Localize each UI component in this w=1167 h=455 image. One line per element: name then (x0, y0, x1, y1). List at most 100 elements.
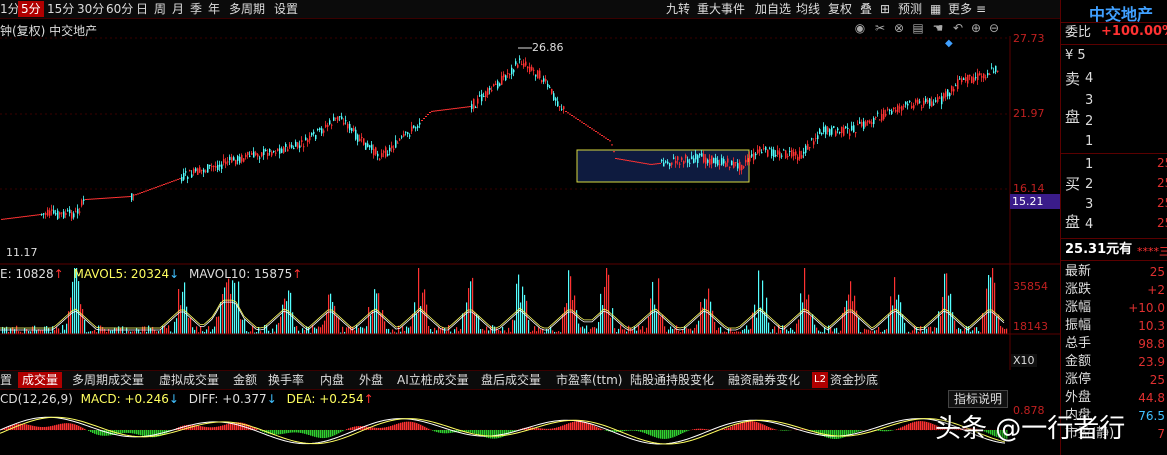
period-multi[interactable]: 多周期 (229, 1, 265, 17)
macd-bar (144, 430, 146, 437)
volume-bar (624, 329, 626, 334)
grid-icon[interactable]: ▦ (930, 1, 941, 17)
major-events-button[interactable]: 重大事件 (697, 1, 745, 17)
scissors-icon[interactable]: ✂ (872, 20, 888, 36)
price-candle (601, 135, 603, 136)
period-15min[interactable]: 15分 (47, 1, 74, 17)
tab-inner[interactable]: 内盘 (320, 372, 344, 388)
period-month[interactable]: 月 (172, 1, 184, 17)
forecast-button[interactable]: 预测 (898, 1, 922, 17)
tab-turnover[interactable]: 换手率 (268, 372, 304, 388)
period-day[interactable]: 日 (136, 1, 148, 17)
zoom-in-icon[interactable]: ⊕ (968, 20, 984, 36)
period-quarter[interactable]: 季 (190, 1, 202, 17)
price-candle (353, 128, 355, 132)
macd-bar (886, 430, 888, 432)
period-week[interactable]: 周 (154, 1, 166, 17)
volume-bar (900, 302, 902, 334)
macd-bar (76, 425, 78, 430)
tab-margin[interactable]: 融资融券变化 (728, 372, 800, 388)
volume-bar (476, 314, 478, 334)
macd-chart[interactable] (0, 408, 1010, 455)
volume-bar (566, 303, 568, 334)
more-button[interactable]: 更多 (948, 1, 972, 17)
period-30min[interactable]: 30分 (77, 1, 104, 17)
price-candle (259, 157, 261, 159)
kline-chart[interactable] (0, 36, 1060, 370)
macd-bar (774, 429, 776, 430)
price-candle (229, 156, 231, 161)
tab-volume[interactable]: 成交量 (18, 372, 63, 388)
macd-bar (432, 430, 434, 431)
tab-outer[interactable]: 外盘 (359, 372, 383, 388)
price-candle (151, 188, 153, 190)
volume-bar (366, 326, 368, 334)
price-candle (553, 93, 555, 101)
tab-pe[interactable]: 市盈率(ttm) (556, 372, 622, 388)
macd-bar (80, 426, 82, 430)
price-candle (253, 151, 255, 158)
nine-turn-button[interactable]: 九转 (666, 1, 690, 17)
back-icon[interactable]: ↶ (950, 20, 966, 36)
macd-bar (312, 430, 314, 437)
price-candle (693, 158, 695, 164)
macd-bar (284, 430, 286, 434)
price-candle (197, 168, 199, 175)
volume-bar (272, 328, 274, 334)
period-year[interactable]: 年 (208, 1, 220, 17)
ruler-icon[interactable]: ⊗ (891, 20, 907, 36)
macd-bar (578, 421, 580, 430)
menu-icon[interactable]: ≡ (976, 1, 986, 17)
tab-settings[interactable]: 置 (0, 372, 12, 388)
volume-bar (608, 274, 610, 334)
price-candle (205, 170, 207, 172)
indicator-help-button[interactable]: 指标说明 (948, 390, 1008, 408)
ma-button[interactable]: 均线 (796, 1, 820, 17)
period-60min[interactable]: 60分 (106, 1, 133, 17)
price-candle (677, 156, 679, 161)
sell-level-3: 3 (1085, 93, 1094, 108)
macd-bar (286, 430, 288, 434)
price-candle (493, 84, 495, 86)
price-candle (139, 192, 141, 194)
price-candle (739, 161, 741, 171)
tab-capital-bottom[interactable]: 资金抄底 (830, 372, 878, 388)
hand-icon[interactable]: ☚ (930, 20, 946, 36)
macd-bar (500, 430, 502, 438)
macd-bar (506, 430, 508, 436)
settings-button[interactable]: 设置 (274, 1, 298, 17)
macd-bar (826, 430, 828, 438)
volume-bar (606, 268, 608, 334)
volume-bar (24, 328, 26, 334)
layout-icon[interactable]: ▤ (910, 20, 926, 36)
tab-ai-volume[interactable]: AI立桩成交量 (397, 372, 469, 388)
macd-bar (220, 425, 222, 430)
tab-virtual-volume[interactable]: 虚拟成交量 (159, 372, 219, 388)
period-5min[interactable]: 5分 (18, 1, 44, 17)
overlay-button[interactable]: 叠 (860, 1, 872, 17)
macd-bar (206, 427, 208, 430)
tab-amount[interactable]: 金额 (233, 372, 257, 388)
zoom-out-icon[interactable]: ⊖ (986, 20, 1002, 36)
price-candle (171, 181, 173, 183)
tab-multi-period-volume[interactable]: 多周期成交量 (72, 372, 144, 388)
volume-bar (70, 297, 72, 334)
macd-bar (122, 430, 124, 434)
volume-bar (944, 273, 946, 334)
add-watchlist-button[interactable]: 加自选 (755, 1, 791, 17)
volume-bar (654, 304, 656, 334)
volume-bar (696, 324, 698, 334)
volume-bar (954, 320, 956, 334)
period-1min[interactable]: 1分 (0, 1, 20, 17)
volume-bar (996, 316, 998, 334)
price-candle (143, 191, 145, 193)
news-icon[interactable]: ⊞ (880, 1, 890, 17)
macd-bar (198, 425, 200, 430)
tab-northbound[interactable]: 陆股通持股变化 (630, 372, 714, 388)
tab-after-hours[interactable]: 盘后成交量 (481, 372, 541, 388)
macd-bar (40, 426, 42, 430)
volume-bar (234, 282, 236, 334)
eye-icon[interactable]: ◉ (852, 20, 868, 36)
volume-bar (604, 286, 606, 334)
adjust-button[interactable]: 复权 (828, 1, 852, 17)
